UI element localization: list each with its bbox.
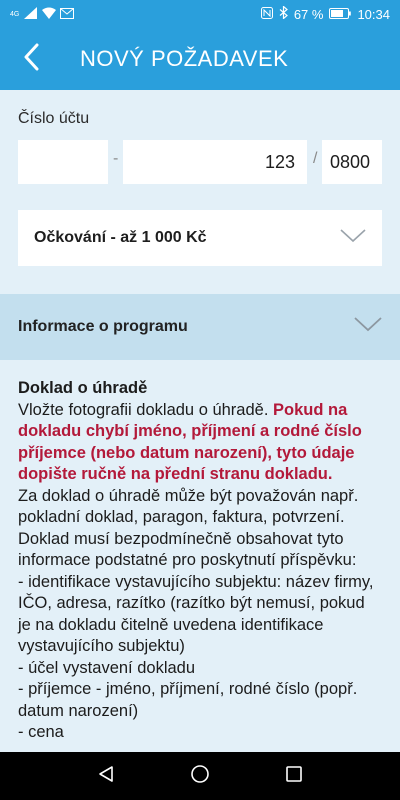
account-number-input[interactable]: 123 bbox=[123, 140, 307, 184]
receipt-info: Doklad o úhradě Vložte fotografii doklad… bbox=[0, 360, 400, 752]
system-nav-bar bbox=[0, 752, 400, 800]
battery-icon bbox=[329, 7, 352, 22]
receipt-paragraph-1: Za doklad o úhradě může být považován na… bbox=[18, 486, 359, 527]
app-bar: NOVÝ POŽADAVEK bbox=[0, 28, 400, 90]
page-title: NOVÝ POŽADAVEK bbox=[80, 46, 289, 71]
receipt-instructions: Vložte fotografii dokladu o úhradě. Poku… bbox=[18, 400, 382, 486]
status-right: 67 % 10:34 bbox=[260, 5, 390, 22]
account-prefix-input[interactable] bbox=[18, 140, 108, 184]
back-triangle-icon[interactable] bbox=[97, 765, 115, 788]
status-time: 10:34 bbox=[357, 6, 390, 22]
battery-percent: 67 % bbox=[293, 6, 324, 22]
chevron-left-icon bbox=[23, 43, 39, 76]
status-bar: 4G 67 % 10:34 bbox=[0, 0, 400, 28]
signal-icon bbox=[24, 6, 38, 22]
mail-icon bbox=[60, 7, 75, 22]
back-button[interactable] bbox=[0, 28, 62, 90]
account-separator-dash: - bbox=[113, 150, 119, 167]
network-type: 4G bbox=[10, 10, 20, 18]
nfc-icon bbox=[260, 6, 273, 22]
accordion-label: Informace o programu bbox=[18, 318, 188, 335]
home-circle-icon[interactable] bbox=[190, 764, 210, 789]
receipt-item-1: - identifikace vystavujícího subjektu: n… bbox=[18, 572, 374, 656]
wifi-icon bbox=[42, 7, 57, 22]
receipt-intro: Vložte fotografii dokladu o úhradě. bbox=[18, 400, 274, 419]
program-select[interactable]: Očkování - až 1 000 Kč bbox=[18, 210, 382, 266]
receipt-item-3: - příjemce - jméno, příjmení, rodné čísl… bbox=[18, 680, 358, 720]
chevron-down-icon bbox=[340, 228, 366, 248]
status-left: 4G bbox=[10, 6, 75, 22]
program-info-accordion[interactable]: Informace o programu bbox=[0, 294, 400, 360]
bluetooth-icon bbox=[279, 5, 288, 22]
account-number-label: Číslo účtu bbox=[18, 110, 90, 127]
recents-square-icon[interactable] bbox=[285, 765, 303, 788]
receipt-paragraph-2: Doklad musí bezpodmínečně obsahovat tyto… bbox=[18, 529, 357, 570]
bank-code-input[interactable]: 0800 bbox=[322, 140, 382, 184]
receipt-heading: Doklad o úhradě bbox=[18, 379, 148, 397]
receipt-item-4: - cena bbox=[18, 723, 64, 741]
request-form: Číslo účtu - 123 / 0800 Očkování - až 1 … bbox=[0, 90, 400, 294]
program-select-value: Očkování - až 1 000 Kč bbox=[34, 229, 207, 246]
account-separator-slash: / bbox=[313, 150, 318, 167]
receipt-item-2: - účel vystavení dokladu bbox=[18, 658, 196, 677]
chevron-down-icon bbox=[354, 317, 382, 337]
